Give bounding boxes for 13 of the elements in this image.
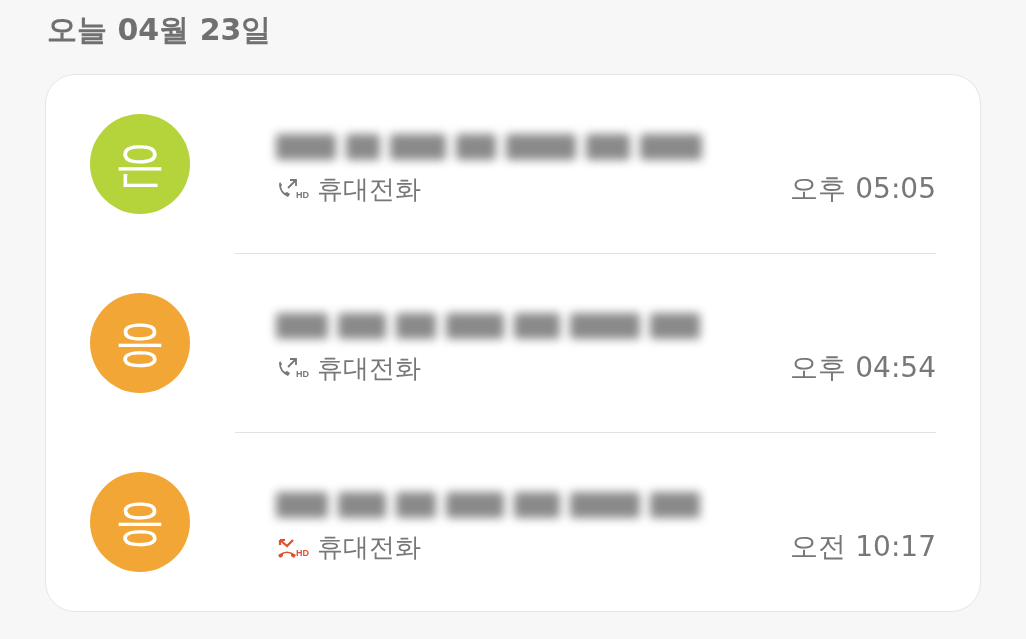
contact-avatar[interactable]: 응 <box>90 293 190 393</box>
call-time: 오후 04:54 <box>790 350 936 386</box>
contact-avatar[interactable]: 응 <box>90 472 190 572</box>
number-type-label: 휴대전화 <box>317 530 421 564</box>
hd-label: HD <box>296 191 309 200</box>
call-time: 오후 05:05 <box>790 171 936 207</box>
date-header: 오늘 04월 23일 <box>46 11 273 49</box>
hd-label: HD <box>296 549 309 558</box>
number-type-label: 휴대전화 <box>317 172 421 206</box>
hd-label: HD <box>296 370 309 379</box>
number-type-label: 휴대전화 <box>317 351 421 385</box>
contact-avatar[interactable]: 은 <box>90 114 190 214</box>
call-time: 오전 10:17 <box>790 529 936 565</box>
